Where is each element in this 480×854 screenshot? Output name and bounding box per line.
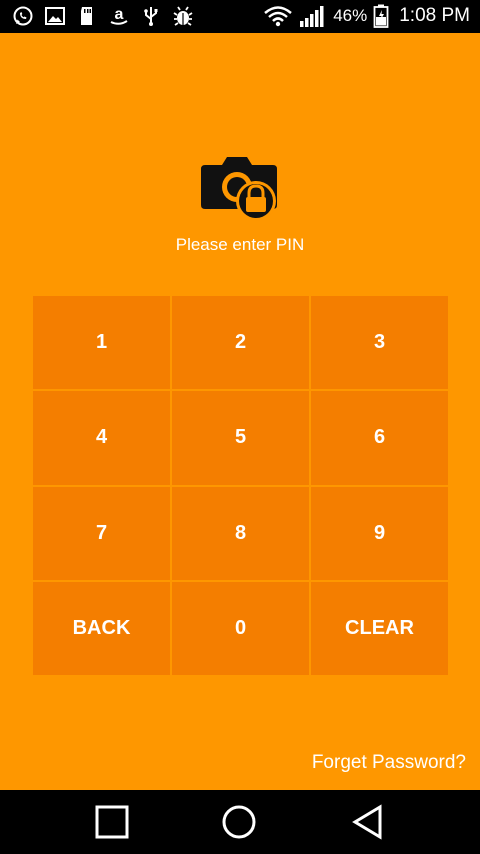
android-debug-icon <box>172 5 194 27</box>
notification-icons: a <box>12 5 194 27</box>
camera-lock-icon <box>199 153 283 225</box>
status-bar: a 46% 1:08 PM <box>0 0 480 33</box>
back-key[interactable]: BACK <box>33 581 170 675</box>
signal-icon <box>299 5 327 27</box>
key-6[interactable]: 6 <box>311 391 448 485</box>
key-8[interactable]: 8 <box>172 486 309 580</box>
key-3[interactable]: 3 <box>311 296 448 390</box>
sd-card-icon <box>76 5 98 27</box>
svg-text:a: a <box>115 6 124 23</box>
forgot-password-link[interactable]: Forget Password? <box>312 752 466 774</box>
key-1[interactable]: 1 <box>33 296 170 390</box>
key-9[interactable]: 9 <box>311 486 448 580</box>
back-icon <box>352 804 382 840</box>
usb-icon <box>140 5 162 27</box>
key-2[interactable]: 2 <box>172 296 309 390</box>
navigation-bar <box>0 790 480 854</box>
clear-key[interactable]: CLEAR <box>311 581 448 675</box>
key-7[interactable]: 7 <box>33 486 170 580</box>
pin-prompt: Please enter PIN <box>175 235 305 254</box>
home-icon <box>222 805 256 839</box>
home-button[interactable] <box>219 804 259 840</box>
key-5[interactable]: 5 <box>172 391 309 485</box>
key-0[interactable]: 0 <box>172 581 309 675</box>
lock-screen: Please enter PIN 1 2 3 4 5 6 7 8 9 BACK … <box>0 33 480 790</box>
back-button[interactable] <box>348 804 388 840</box>
battery-icon <box>373 4 389 28</box>
recents-button[interactable] <box>92 804 132 840</box>
battery-percent: 46% <box>333 6 368 25</box>
system-status: 46% 1:08 PM <box>263 3 470 29</box>
gallery-icon <box>44 5 66 27</box>
recents-icon <box>95 805 129 839</box>
clock: 1:08 PM <box>399 5 470 26</box>
pin-keypad: 1 2 3 4 5 6 7 8 9 BACK 0 CLEAR <box>33 296 448 675</box>
amazon-icon: a <box>108 5 130 27</box>
whatsapp-icon <box>12 5 34 27</box>
wifi-icon <box>263 5 293 27</box>
key-4[interactable]: 4 <box>33 391 170 485</box>
